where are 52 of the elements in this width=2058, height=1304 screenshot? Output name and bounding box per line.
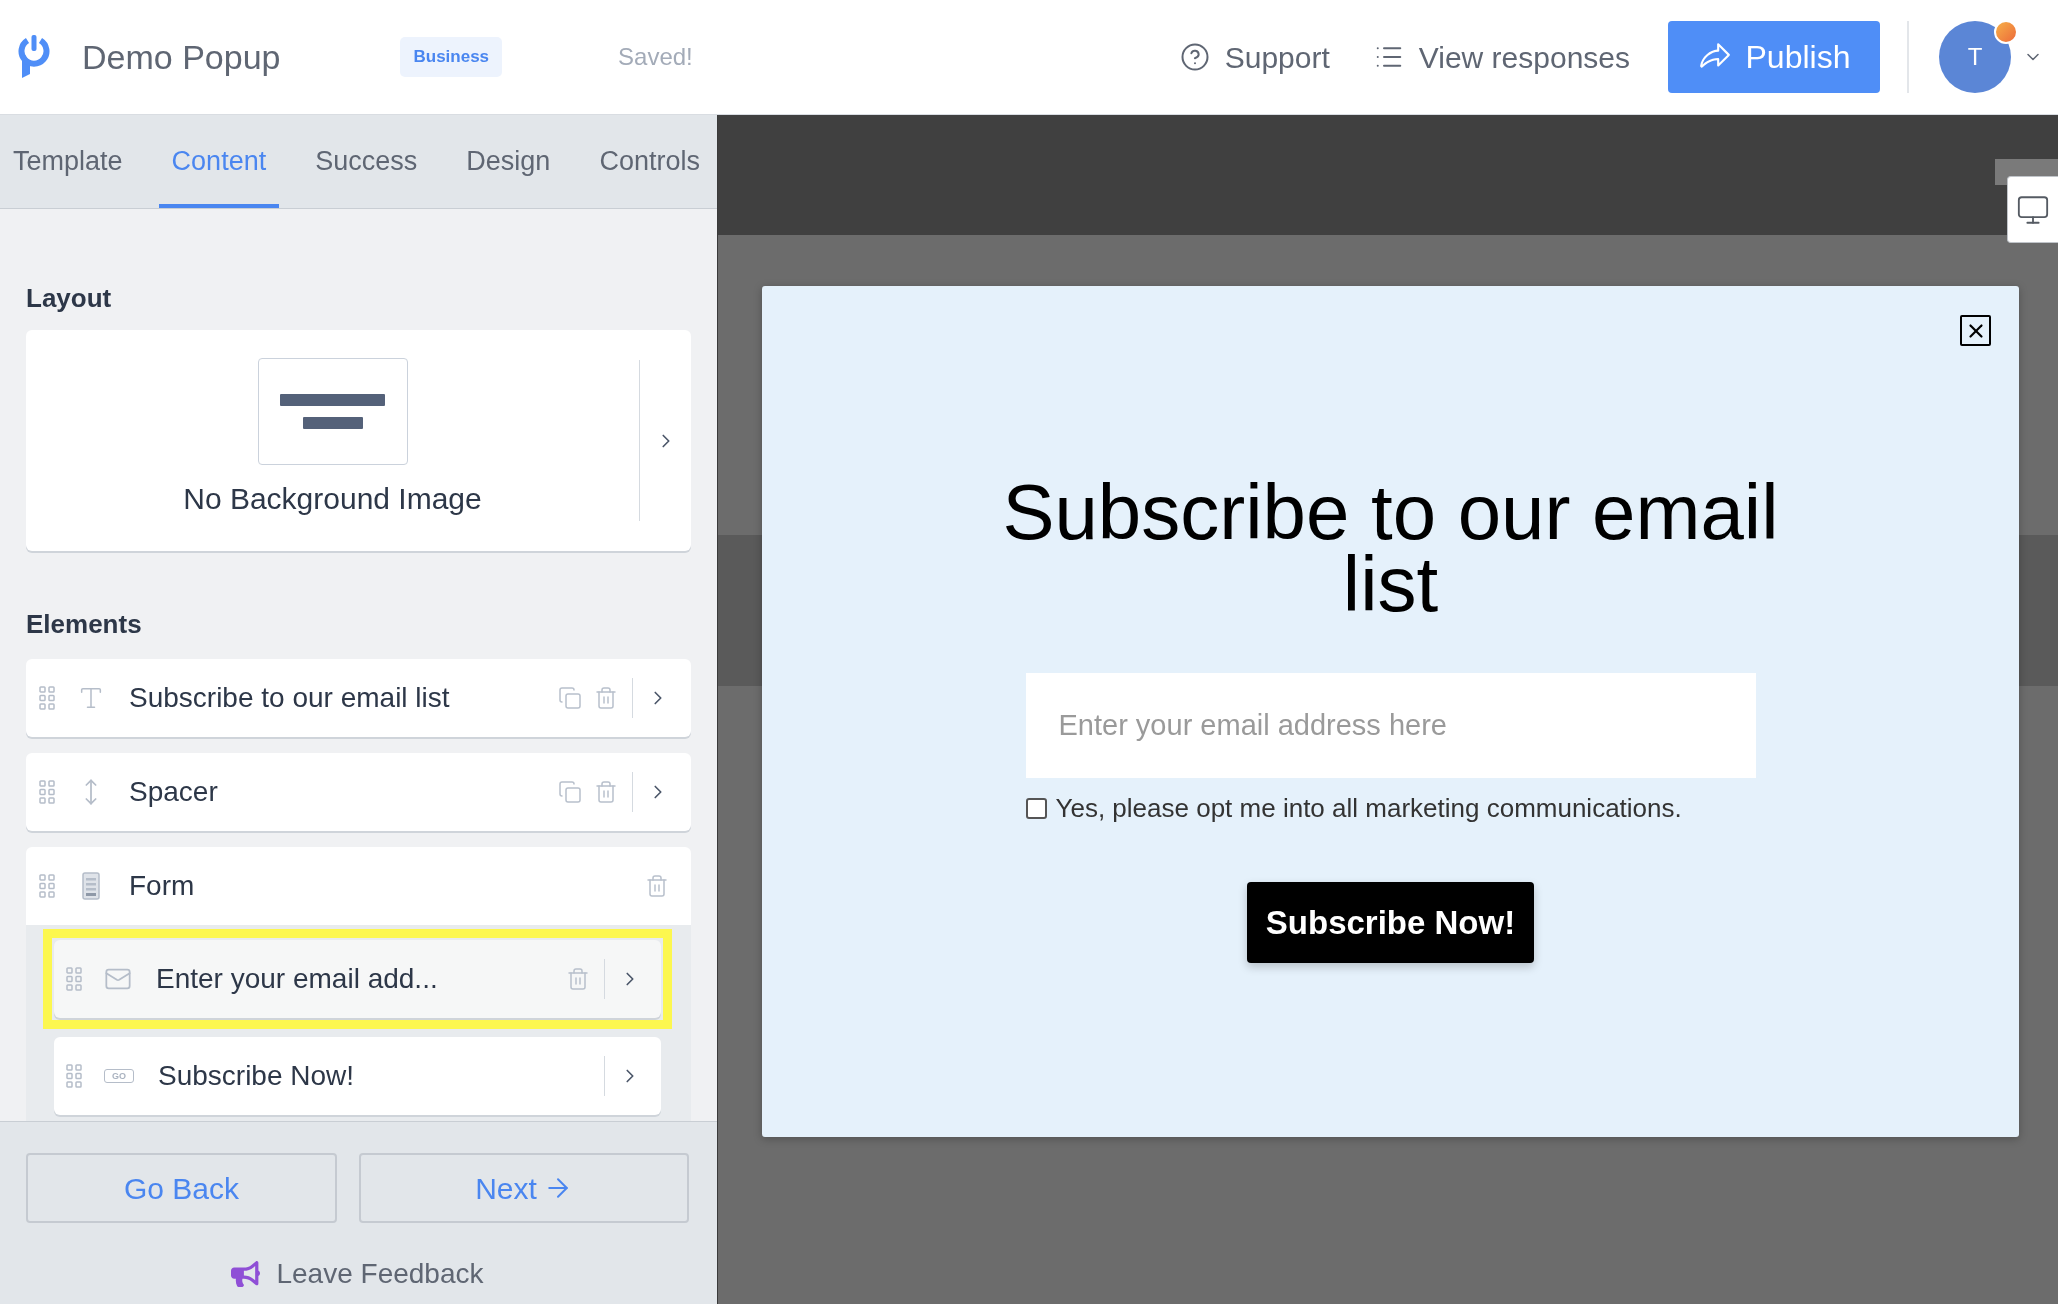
tab[interactable]: Controls xyxy=(586,115,713,208)
help-icon xyxy=(1179,42,1210,72)
tab[interactable]: Success xyxy=(302,115,431,208)
email-field[interactable]: Enter your email address here xyxy=(1025,673,1756,778)
drag-handle-icon[interactable] xyxy=(39,780,55,804)
drag-handle-icon[interactable] xyxy=(39,686,55,710)
element-label: Enter your email add... xyxy=(156,962,439,996)
popup-heading: Subscribe to our email list xyxy=(1001,476,1780,620)
section-heading: Layout xyxy=(26,282,113,314)
element-label: Spacer xyxy=(129,775,219,809)
form-icon xyxy=(82,872,100,900)
layout-card[interactable]: No Background Image xyxy=(26,330,691,551)
trash-icon[interactable] xyxy=(594,779,618,805)
megaphone-icon xyxy=(231,1261,261,1287)
tab[interactable]: Content xyxy=(158,115,280,208)
tab[interactable]: Design xyxy=(453,115,564,208)
user-avatar[interactable]: T xyxy=(1939,21,2011,93)
section-heading: Elements xyxy=(26,608,143,640)
drag-handle-icon[interactable] xyxy=(66,967,82,991)
feedback-link[interactable]: Leave Feedback xyxy=(231,1253,484,1295)
tab[interactable]: Template xyxy=(0,115,136,208)
go-back-button[interactable]: Go Back xyxy=(26,1153,337,1223)
save-status: Saved! xyxy=(618,42,693,72)
element-row[interactable]: Subscribe to our email list xyxy=(26,659,691,737)
drag-handle-icon[interactable] xyxy=(39,874,55,898)
publish-button[interactable]: Publish xyxy=(1668,21,1880,93)
subscribe-button[interactable]: Subscribe Now! xyxy=(1246,882,1535,963)
desktop-view-button[interactable] xyxy=(2007,176,2058,243)
plan-badge: Business xyxy=(400,37,503,77)
project-title: Demo Popup xyxy=(82,36,281,78)
support-link[interactable]: Support xyxy=(1179,34,1330,80)
drag-handle-icon[interactable] xyxy=(66,1064,82,1088)
consent-label: Yes, please opt me into all marketing communications. xyxy=(1055,793,1682,823)
next-button[interactable]: Next xyxy=(359,1153,689,1223)
element-label: Subscribe Now! xyxy=(158,1059,356,1093)
element-label: Form xyxy=(129,869,196,903)
copy-icon[interactable] xyxy=(558,780,582,804)
trash-icon[interactable] xyxy=(566,966,590,992)
trash-icon[interactable] xyxy=(594,685,618,711)
logo-icon xyxy=(18,34,50,80)
copy-icon[interactable] xyxy=(558,686,582,710)
close-button[interactable] xyxy=(1960,315,1991,346)
element-row[interactable]: GO Subscribe Now! xyxy=(54,1037,661,1115)
element-row[interactable]: Enter your email add... xyxy=(54,940,661,1018)
trash-icon[interactable] xyxy=(645,873,669,899)
background-label: No Background Image xyxy=(183,483,482,515)
element-label: Subscribe to our email list xyxy=(129,681,451,715)
element-row[interactable]: Spacer xyxy=(26,753,691,831)
go-button-icon: GO xyxy=(104,1069,134,1083)
consent-checkbox[interactable] xyxy=(1025,797,1047,819)
view-responses-link[interactable]: View responses xyxy=(1373,34,1630,80)
element-row[interactable]: Form xyxy=(26,847,691,925)
